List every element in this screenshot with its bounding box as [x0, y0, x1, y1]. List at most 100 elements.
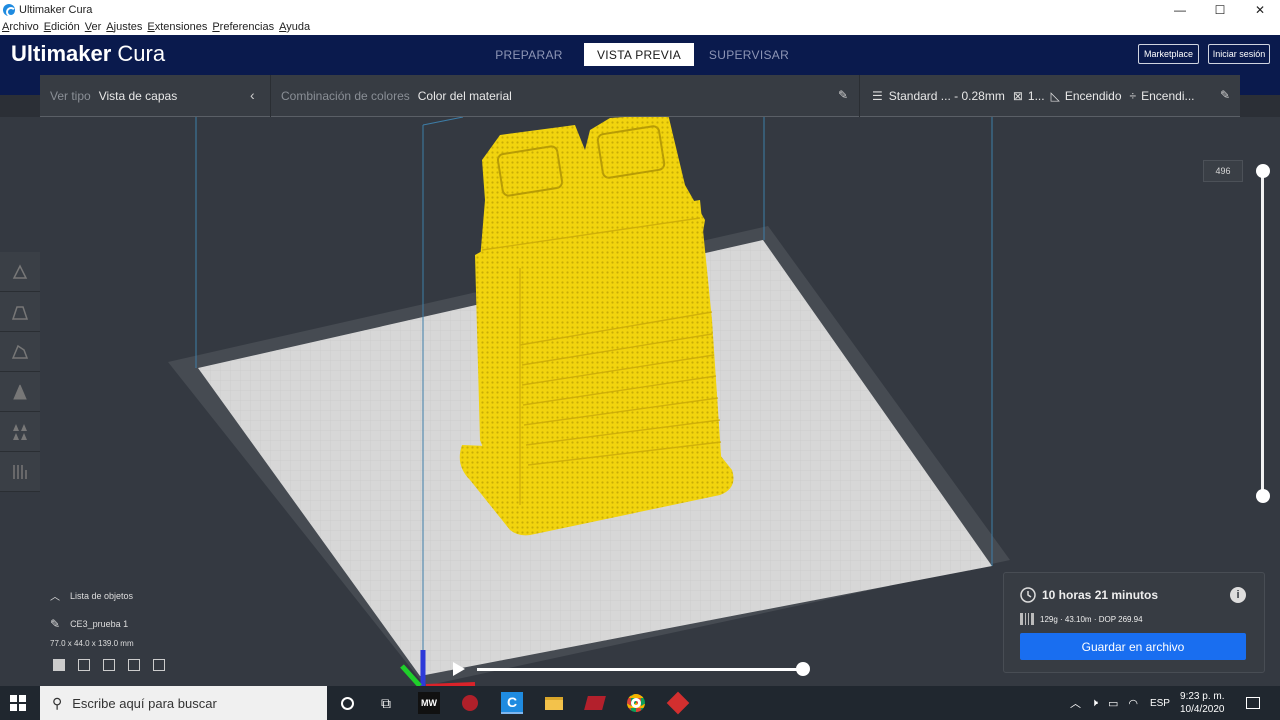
profile-icon: ☰	[872, 88, 883, 103]
color-scheme-label: Combinación de colores	[281, 88, 410, 103]
tab-preparar[interactable]: PREPARAR	[474, 43, 584, 66]
pencil-icon: ✎	[838, 87, 849, 102]
cortana-icon[interactable]	[336, 692, 358, 714]
battery-icon[interactable]: ▭	[1108, 697, 1118, 710]
object-list: ︿ Lista de objetos ✎ CE3_prueba 1 77.0 x…	[50, 588, 134, 649]
minimize-button[interactable]: —	[1160, 0, 1200, 19]
tab-supervisar[interactable]: SUPERVISAR	[694, 43, 804, 66]
color-scheme-selector[interactable]: Combinación de colores Color del materia…	[271, 74, 860, 117]
pencil-icon: ✎	[50, 617, 61, 631]
path-slider-track[interactable]	[477, 668, 803, 671]
support-blocker-tool[interactable]	[0, 452, 40, 492]
per-model-icon	[13, 423, 27, 440]
volume-icon[interactable]: 🕨	[1091, 697, 1098, 710]
close-button[interactable]: ✕	[1240, 0, 1280, 19]
brand-name-light: Cura	[117, 41, 166, 66]
play-icon[interactable]	[453, 662, 465, 676]
printed-model	[459, 114, 734, 536]
object-entry[interactable]: ✎ CE3_prueba 1	[50, 617, 134, 631]
print-duration: 10 horas 21 minutos	[1042, 588, 1159, 602]
chevron-left-icon: ‹	[250, 86, 255, 103]
3d-view-icon[interactable]	[53, 659, 65, 671]
infill-icon: ⊠	[1012, 88, 1023, 103]
material-usage: 129g · 43.10m · DOP 269.94	[1040, 614, 1143, 624]
window-titlebar: Ultimaker Cura — ☐ ✕	[0, 0, 1280, 19]
path-slider-handle[interactable]	[796, 662, 810, 676]
cura-taskbar-icon[interactable]: C	[501, 692, 523, 714]
move-tool[interactable]	[0, 252, 40, 292]
menu-edicion[interactable]: Edición	[44, 21, 80, 33]
search-icon: ⚲	[52, 694, 63, 711]
menu-bar: Archivo Edición Ver Ajustes Extensiones …	[0, 19, 1280, 35]
material-row: 129g · 43.10m · DOP 269.94	[1020, 613, 1143, 625]
clock[interactable]: 9:23 p. m. 10/4/2020	[1180, 686, 1225, 720]
move-icon	[12, 263, 28, 279]
maximize-button[interactable]: ☐	[1200, 0, 1240, 19]
clock-date: 10/4/2020	[1180, 704, 1225, 715]
menu-extensiones[interactable]: Extensiones	[147, 21, 207, 33]
brand-logo: Ultimaker Cura	[11, 41, 165, 67]
file-explorer-icon[interactable]	[543, 692, 565, 714]
rotate-icon	[11, 344, 29, 359]
brand-name-bold: Ultimaker	[11, 41, 112, 66]
app-icon-red-circle[interactable]	[459, 692, 481, 714]
menu-preferencias[interactable]: Preferencias	[212, 21, 274, 33]
pencil-icon: ✎	[1220, 87, 1231, 102]
save-to-file-button[interactable]: Guardar en archivo	[1020, 633, 1246, 660]
profile-value: Standard ... - 0.28mm	[888, 88, 1005, 103]
object-list-label: Lista de objetos	[70, 590, 134, 601]
tray-chevron-up-icon[interactable]: ︿	[1070, 695, 1081, 711]
menu-ajustes[interactable]: Ajustes	[106, 21, 142, 33]
app-icon-sketchup[interactable]	[666, 691, 690, 715]
info-icon[interactable]: i	[1230, 587, 1246, 603]
search-placeholder: Escribe aquí para buscar	[72, 695, 217, 711]
mirror-icon	[13, 384, 27, 399]
tab-vista-previa[interactable]: VISTA PREVIA	[584, 43, 694, 66]
right-view-icon[interactable]	[153, 659, 165, 671]
marketplace-button[interactable]: Marketplace	[1138, 44, 1199, 64]
layer-slider-top-handle[interactable]	[1256, 164, 1270, 178]
language-indicator[interactable]: ESP	[1150, 698, 1170, 709]
layer-slider-bottom-handle[interactable]	[1256, 489, 1270, 503]
view-type-selector[interactable]: Ver tipo Vista de capas ‹	[40, 74, 271, 117]
window-controls: — ☐ ✕	[1160, 0, 1280, 19]
wifi-icon[interactable]: ◠	[1128, 697, 1138, 710]
print-settings-selector[interactable]: ☰ Standard ... - 0.28mm ⊠ 1... ◺ Encendi…	[860, 75, 1240, 117]
windows-taskbar: ⚲ Escribe aquí para buscar ⧉ MW C ︿ 🕨 ▭ …	[0, 686, 1280, 720]
clock-icon	[1020, 587, 1036, 603]
system-tray: ︿ 🕨 ▭ ◠ ESP	[1070, 686, 1170, 720]
color-scheme-value: Color del material	[417, 88, 512, 103]
adhesion-icon: ÷	[1129, 88, 1137, 103]
print-info-panel: 10 horas 21 minutos i 129g · 43.10m · DO…	[1003, 572, 1265, 673]
menu-archivo[interactable]: Archivo	[2, 21, 39, 33]
chrome-icon[interactable]	[625, 692, 647, 714]
rotate-tool[interactable]	[0, 332, 40, 372]
app-icon-mw[interactable]: MW	[418, 692, 440, 714]
app-icon-dragon[interactable]	[584, 692, 606, 714]
left-toolbar	[0, 252, 40, 492]
front-view-icon[interactable]	[78, 659, 90, 671]
adhesion-value: Encendi...	[1141, 88, 1195, 103]
layer-slider-track[interactable]	[1261, 171, 1264, 497]
left-view-icon[interactable]	[128, 659, 140, 671]
view-type-label: Ver tipo	[50, 88, 91, 103]
layer-number-badge[interactable]: 496	[1203, 160, 1243, 182]
top-view-icon[interactable]	[103, 659, 115, 671]
signin-button[interactable]: Iniciar sesión	[1208, 44, 1270, 64]
menu-ver[interactable]: Ver	[85, 21, 102, 33]
per-model-settings-tool[interactable]	[0, 412, 40, 452]
windows-start-icon[interactable]	[10, 695, 26, 711]
task-view-icon[interactable]: ⧉	[375, 692, 397, 714]
object-name: CE3_prueba 1	[70, 619, 129, 629]
support-value: Encendido	[1064, 88, 1122, 103]
mirror-tool[interactable]	[0, 372, 40, 412]
support-icon: ◺	[1050, 88, 1060, 103]
camera-view-buttons	[53, 659, 165, 671]
notifications-icon[interactable]	[1246, 686, 1260, 720]
menu-ayuda[interactable]: Ayuda	[279, 21, 310, 33]
taskbar-search[interactable]: ⚲ Escribe aquí para buscar	[40, 686, 327, 720]
cura-app-icon	[3, 3, 16, 17]
object-list-toggle[interactable]: ︿ Lista de objetos	[50, 588, 134, 604]
object-dimensions: 77.0 x 44.0 x 139.0 mm	[50, 639, 134, 648]
scale-tool[interactable]	[0, 292, 40, 332]
